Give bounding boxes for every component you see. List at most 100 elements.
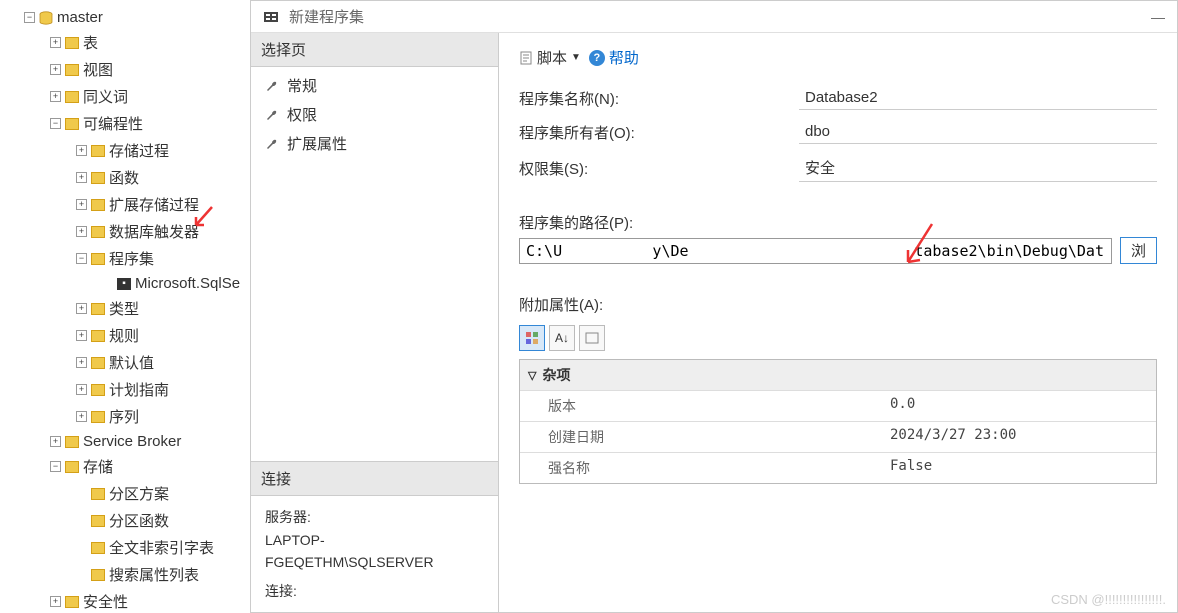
expand-icon[interactable]: +: [76, 199, 87, 210]
tree-node-ext-stored-procs[interactable]: +扩展存储过程: [10, 191, 248, 218]
expand-icon[interactable]: +: [50, 436, 61, 447]
wrench-icon: [265, 79, 279, 93]
permission-set-label: 权限集(S):: [519, 158, 799, 179]
assembly-path-input[interactable]: [519, 238, 1112, 264]
assembly-icon: ▪: [117, 278, 131, 290]
tree-node-functions[interactable]: +函数: [10, 164, 248, 191]
expand-icon[interactable]: +: [76, 357, 87, 368]
extra-props-label: 附加属性(A):: [519, 294, 799, 315]
tree-node-fulltext-catalogs[interactable]: 全文非索引字表: [10, 534, 248, 561]
select-page-header: 选择页: [251, 33, 498, 67]
dialog-title: 新建程序集: [289, 6, 1141, 27]
collapse-icon[interactable]: −: [76, 253, 87, 264]
tree-node-service-broker[interactable]: +Service Broker: [10, 430, 248, 453]
expand-icon[interactable]: +: [76, 330, 87, 341]
tree-node-synonyms[interactable]: +同义词: [10, 83, 248, 110]
folder-icon: [91, 226, 105, 238]
expand-icon[interactable]: +: [50, 64, 61, 75]
tree-node-security[interactable]: +安全性: [10, 588, 248, 613]
assembly-path-label: 程序集的路径(P):: [519, 212, 799, 233]
folder-icon: [65, 596, 79, 608]
minimize-button[interactable]: —: [1151, 9, 1165, 25]
assembly-icon: [263, 10, 279, 24]
folder-icon: [91, 253, 105, 265]
expand-icon[interactable]: +: [50, 37, 61, 48]
tree-node-storage[interactable]: −存储: [10, 453, 248, 480]
prop-row-version[interactable]: 版本 0.0: [520, 390, 1156, 421]
categorized-button[interactable]: [519, 325, 545, 351]
expand-icon[interactable]: +: [50, 596, 61, 607]
folder-icon: [65, 64, 79, 76]
tree-node-defaults[interactable]: +默认值: [10, 349, 248, 376]
expand-icon[interactable]: +: [76, 411, 87, 422]
tree-node-assembly-item[interactable]: ▪Microsoft.SqlSe: [10, 272, 248, 295]
folder-icon: [65, 118, 79, 130]
script-button[interactable]: 脚本 ▼: [519, 47, 581, 68]
help-icon: ?: [589, 50, 605, 66]
browse-button[interactable]: 浏: [1120, 237, 1157, 264]
folder-icon: [91, 384, 105, 396]
tree-label: master: [57, 9, 103, 26]
assembly-owner-value[interactable]: dbo: [799, 120, 1157, 144]
help-button[interactable]: ? 帮助: [589, 47, 639, 68]
page-extended-props[interactable]: 扩展属性: [251, 129, 498, 158]
collapse-icon[interactable]: −: [50, 461, 61, 472]
folder-icon: [91, 569, 105, 581]
tree-node-partition-schemes[interactable]: 分区方案: [10, 480, 248, 507]
server-label: 服务器:: [265, 506, 484, 528]
folder-icon: [91, 515, 105, 527]
page-permissions[interactable]: 权限: [251, 100, 498, 129]
folder-icon: [91, 488, 105, 500]
database-icon: [39, 11, 53, 25]
chevron-down-icon: ▼: [571, 52, 581, 63]
tree-node-stored-procs[interactable]: +存储过程: [10, 137, 248, 164]
tree-node-plan-guides[interactable]: +计划指南: [10, 376, 248, 403]
wrench-icon: [265, 108, 279, 122]
dialog-titlebar[interactable]: 新建程序集 —: [251, 1, 1177, 33]
tree-node-master[interactable]: − master: [10, 6, 248, 29]
chevron-down-icon: ▽: [528, 369, 536, 382]
expand-icon[interactable]: +: [76, 384, 87, 395]
tree-node-views[interactable]: +视图: [10, 56, 248, 83]
expand-icon[interactable]: +: [76, 172, 87, 183]
tree-node-programmability[interactable]: −可编程性: [10, 110, 248, 137]
prop-row-strong-name[interactable]: 强名称 False: [520, 452, 1156, 483]
connection-label: 连接:: [265, 580, 484, 602]
expand-icon[interactable]: +: [76, 303, 87, 314]
tree-node-assemblies[interactable]: −程序集: [10, 245, 248, 272]
tree-node-partition-functions[interactable]: 分区函数: [10, 507, 248, 534]
folder-icon: [65, 436, 79, 448]
page-general[interactable]: 常规: [251, 71, 498, 100]
property-pages-button[interactable]: [579, 325, 605, 351]
expand-icon[interactable]: +: [50, 91, 61, 102]
new-assembly-dialog: 新建程序集 — 选择页 常规 权限: [250, 0, 1178, 613]
folder-icon: [91, 303, 105, 315]
tree-node-rules[interactable]: +规则: [10, 322, 248, 349]
property-grid[interactable]: ▽ 杂项 版本 0.0 创建日期 2024/3/27 23:00 强名称 Fal…: [519, 359, 1157, 484]
connection-header: 连接: [251, 462, 498, 496]
folder-icon: [65, 91, 79, 103]
tree-node-search-prop-lists[interactable]: 搜索属性列表: [10, 561, 248, 588]
tree-node-db-triggers[interactable]: +数据库触发器: [10, 218, 248, 245]
tree-node-types[interactable]: +类型: [10, 295, 248, 322]
alphabetical-button[interactable]: A↓: [549, 325, 575, 351]
prop-row-create-date[interactable]: 创建日期 2024/3/27 23:00: [520, 421, 1156, 452]
tree-node-sequences[interactable]: +序列: [10, 403, 248, 430]
assembly-name-value: Database2: [799, 86, 1157, 110]
folder-icon: [91, 357, 105, 369]
folder-icon: [91, 145, 105, 157]
expand-icon[interactable]: +: [76, 226, 87, 237]
folder-icon: [65, 461, 79, 473]
page-selector-panel: 选择页 常规 权限 扩展属性 连接: [251, 33, 499, 612]
object-explorer-tree[interactable]: − master +表 +视图 +同义词 −可编程性 +存储过程 +函数 +扩展…: [0, 0, 248, 613]
collapse-icon[interactable]: −: [24, 12, 35, 23]
watermark: CSDN @!!!!!!!!!!!!!!!!.: [1051, 592, 1166, 607]
folder-icon: [65, 37, 79, 49]
server-value: LAPTOP-FGEQETHM\SQLSERVER: [265, 529, 484, 574]
permission-set-value[interactable]: 安全: [799, 154, 1157, 182]
prop-category-misc[interactable]: ▽ 杂项: [520, 360, 1156, 390]
expand-icon[interactable]: +: [76, 145, 87, 156]
tree-node-tables[interactable]: +表: [10, 29, 248, 56]
collapse-icon[interactable]: −: [50, 118, 61, 129]
assembly-owner-label: 程序集所有者(O):: [519, 122, 799, 143]
